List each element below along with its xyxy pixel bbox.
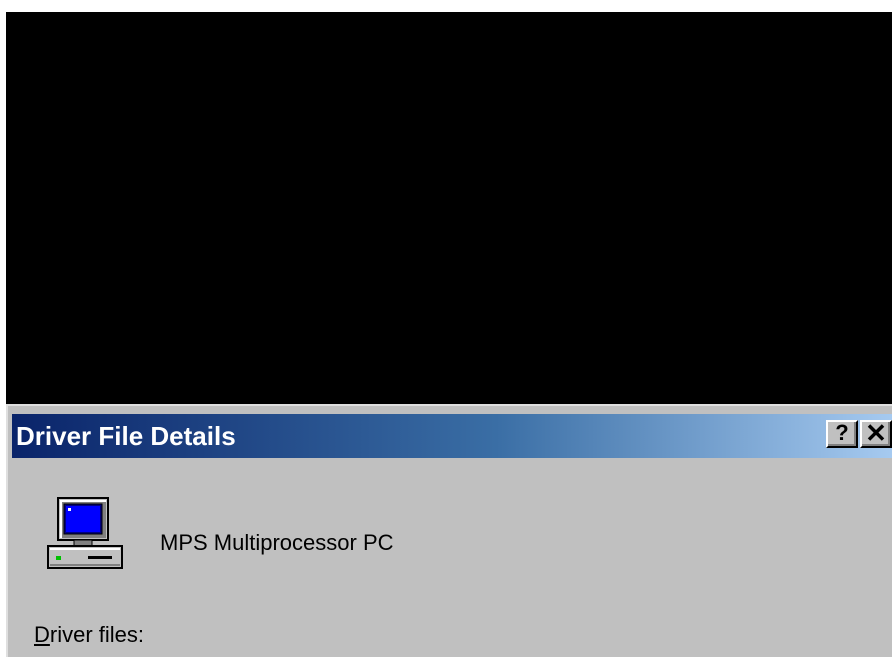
help-button[interactable]: ? xyxy=(826,420,858,448)
driver-file-details-dialog: Driver File Details ? ✕ MPS Multiprocess… xyxy=(6,404,892,657)
desktop-background xyxy=(6,12,892,404)
dialog-title: Driver File Details xyxy=(16,421,236,451)
driver-files-accesskey: D xyxy=(34,622,50,647)
screen: Driver File Details ? ✕ MPS Multiprocess… xyxy=(0,0,892,657)
computer-icon xyxy=(44,496,128,572)
driver-files-label-text: river files: xyxy=(49,622,145,647)
dialog-titlebar[interactable]: Driver File Details ? ✕ xyxy=(12,414,892,458)
driver-files-label: Driver files: xyxy=(34,622,144,648)
close-button[interactable]: ✕ xyxy=(860,420,892,448)
close-icon: ✕ xyxy=(865,418,887,448)
device-name: MPS Multiprocessor PC xyxy=(160,530,394,555)
